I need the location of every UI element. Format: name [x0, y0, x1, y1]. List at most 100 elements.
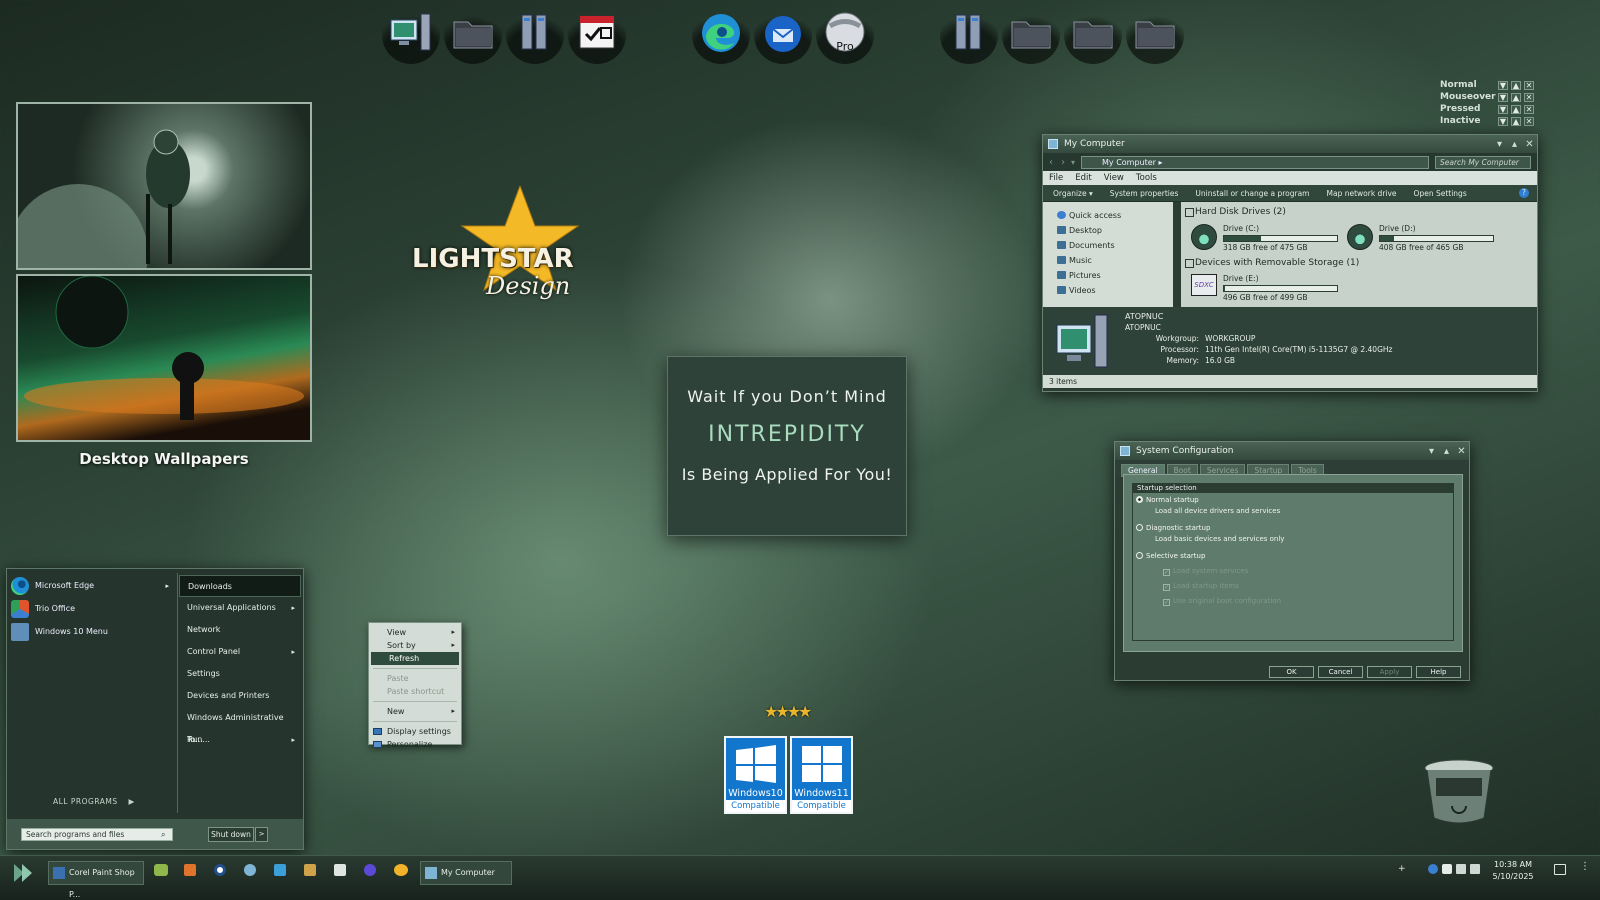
photos-icon[interactable] — [304, 864, 316, 876]
menu-tools[interactable]: Tools — [1136, 173, 1157, 183]
folder-icon[interactable] — [1064, 6, 1122, 64]
explorer-icon[interactable] — [184, 864, 196, 876]
chevron-down-icon[interactable]: ▾ — [1071, 158, 1075, 167]
map-network-drive-button[interactable]: Map network drive — [1327, 189, 1397, 198]
taskbar-clock[interactable]: 10:38 AM 5/10/2025 — [1478, 859, 1548, 883]
lightstar-logo: LIGHTSTAR Design — [412, 186, 584, 316]
thunderbird-icon[interactable] — [754, 6, 812, 64]
close-button[interactable]: ✕ — [1522, 139, 1537, 150]
nav-documents[interactable]: Documents — [1043, 238, 1173, 253]
mouse-icon[interactable] — [244, 864, 256, 876]
menu-view[interactable]: View — [1104, 173, 1124, 183]
normal-startup-radio[interactable]: Normal startup — [1136, 496, 1199, 504]
selective-startup-radio[interactable]: Selective startup — [1136, 552, 1205, 560]
group-hard-disk-drives[interactable]: Hard Disk Drives (2) — [1181, 205, 1537, 219]
nav-desktop[interactable]: Desktop — [1043, 223, 1173, 238]
pro-icon[interactable]: Pro — [816, 6, 874, 64]
wallpaper-thumbnail-astronaut[interactable] — [16, 102, 312, 270]
drive-e[interactable]: SDXC Drive (E:) 496 GB free of 499 GB — [1191, 274, 1338, 302]
show-desktop-button[interactable]: ⋮ — [1580, 862, 1590, 878]
system-properties-button[interactable]: System properties — [1110, 189, 1179, 198]
layers-icon[interactable] — [274, 864, 286, 876]
my-computer-titlebar[interactable]: My Computer ▾ ▴ ✕ — [1043, 135, 1537, 153]
nav-quick-access[interactable]: Quick access — [1043, 208, 1173, 223]
uninstall-program-button[interactable]: Uninstall or change a program — [1195, 189, 1309, 198]
start-link-control-panel[interactable]: Control Panel ▸ — [179, 641, 301, 663]
taskbar-app-corel-paint-shop[interactable]: Corel Paint Shop P... — [48, 861, 144, 899]
plus-icon[interactable]: + — [1398, 865, 1406, 874]
sysconfig-titlebar[interactable]: System Configuration ▾ ▴ ✕ — [1115, 442, 1469, 460]
wallpaper-thumbnail-space[interactable] — [16, 274, 312, 442]
system-icon[interactable] — [506, 6, 564, 64]
start-link-universal-applications[interactable]: Universal Applications ▸ — [179, 597, 301, 619]
shutdown-button[interactable]: Shut down — [208, 827, 254, 842]
context-personalize[interactable]: Personalize — [369, 738, 461, 751]
app-icon[interactable] — [364, 864, 376, 876]
address-bar[interactable]: My Computer ▸ — [1081, 155, 1429, 169]
menu-file[interactable]: File — [1049, 173, 1063, 183]
start-link-network[interactable]: Network — [179, 619, 301, 641]
help-button[interactable]: Help — [1416, 666, 1461, 678]
start-item-windows-10-menu[interactable]: Windows 10 Menu — [7, 620, 177, 643]
maximize-button[interactable]: ▴ — [1507, 139, 1522, 150]
clock-date: 5/10/2025 — [1492, 872, 1534, 881]
minimize-button[interactable]: ▾ — [1492, 139, 1507, 150]
context-paste: Paste — [387, 674, 409, 683]
help-icon[interactable]: ? — [1519, 188, 1529, 198]
drive-d[interactable]: Drive (D:) 408 GB free of 465 GB — [1347, 224, 1494, 252]
start-item-microsoft-edge[interactable]: Microsoft Edge ▸ — [7, 574, 177, 597]
cancel-button[interactable]: Cancel — [1318, 666, 1363, 678]
command-bar: Organize ▾ System properties Uninstall o… — [1043, 185, 1537, 202]
edge-icon[interactable] — [692, 6, 750, 64]
forward-arrow-icon[interactable]: › — [1061, 157, 1065, 168]
start-link-settings[interactable]: Settings — [179, 663, 301, 685]
context-refresh[interactable]: Refresh — [371, 652, 459, 665]
start-search-input[interactable]: Search programs and files — [21, 828, 173, 841]
close-button[interactable]: ✕ — [1454, 446, 1469, 457]
scrollbar[interactable] — [1173, 202, 1181, 307]
open-settings-button[interactable]: Open Settings — [1414, 189, 1467, 198]
cortana-icon[interactable] — [214, 864, 226, 876]
diagnostic-startup-radio[interactable]: Diagnostic startup — [1136, 524, 1210, 532]
group-removable-storage[interactable]: Devices with Removable Storage (1) — [1181, 256, 1537, 270]
taskbar-app-my-computer[interactable]: My Computer — [420, 861, 512, 885]
security-icon[interactable] — [1442, 864, 1452, 874]
onedrive-icon[interactable] — [154, 864, 168, 876]
all-programs-button[interactable]: ALL PROGRAMS ▶ — [53, 797, 135, 806]
system-icon[interactable] — [940, 6, 998, 64]
start-button-icon[interactable] — [12, 862, 34, 884]
menu-edit[interactable]: Edit — [1075, 173, 1091, 183]
context-new[interactable]: New ▸ — [369, 705, 461, 718]
context-sort-by[interactable]: Sort by ▸ — [369, 639, 461, 652]
volume-icon[interactable] — [1456, 864, 1466, 874]
start-item-trio-office[interactable]: Trio Office — [7, 597, 177, 620]
start-link-run[interactable]: Run... — [179, 729, 301, 751]
nav-videos[interactable]: Videos — [1043, 283, 1173, 298]
folder-icon[interactable] — [1126, 6, 1184, 64]
weather-icon[interactable] — [394, 864, 408, 876]
folder-icon[interactable] — [444, 6, 502, 64]
organize-button[interactable]: Organize ▾ — [1053, 189, 1093, 198]
context-display-settings[interactable]: Display settings — [369, 725, 461, 738]
tray-app-icon[interactable] — [1412, 864, 1422, 874]
ok-button[interactable]: OK — [1269, 666, 1314, 678]
search-input[interactable]: Search My Computer — [1435, 155, 1531, 169]
maximize-button[interactable]: ▴ — [1439, 446, 1454, 457]
start-link-devices-and-printers[interactable]: Devices and Printers — [179, 685, 301, 707]
my-computer-icon[interactable] — [382, 6, 440, 64]
shield-icon[interactable] — [334, 864, 346, 876]
drive-c[interactable]: Drive (C:) 318 GB free of 475 GB — [1191, 224, 1338, 252]
back-arrow-icon[interactable]: ‹ — [1049, 157, 1053, 168]
nav-pictures[interactable]: Pictures — [1043, 268, 1173, 283]
nav-music[interactable]: Music — [1043, 253, 1173, 268]
tray-app-icon[interactable] — [1428, 864, 1438, 874]
shutdown-options-arrow[interactable]: > — [255, 827, 268, 842]
checklist-icon[interactable] — [568, 6, 626, 64]
notification-icon[interactable] — [1554, 864, 1566, 875]
context-view[interactable]: View ▸ — [369, 626, 461, 639]
start-link-downloads[interactable]: Downloads — [179, 575, 301, 597]
recycle-bin-icon[interactable] — [1422, 758, 1496, 824]
minimize-button[interactable]: ▾ — [1424, 446, 1439, 457]
start-link-windows-admin-tools[interactable]: Windows Administrative To... ▸ — [179, 707, 301, 744]
folder-icon[interactable] — [1002, 6, 1060, 64]
